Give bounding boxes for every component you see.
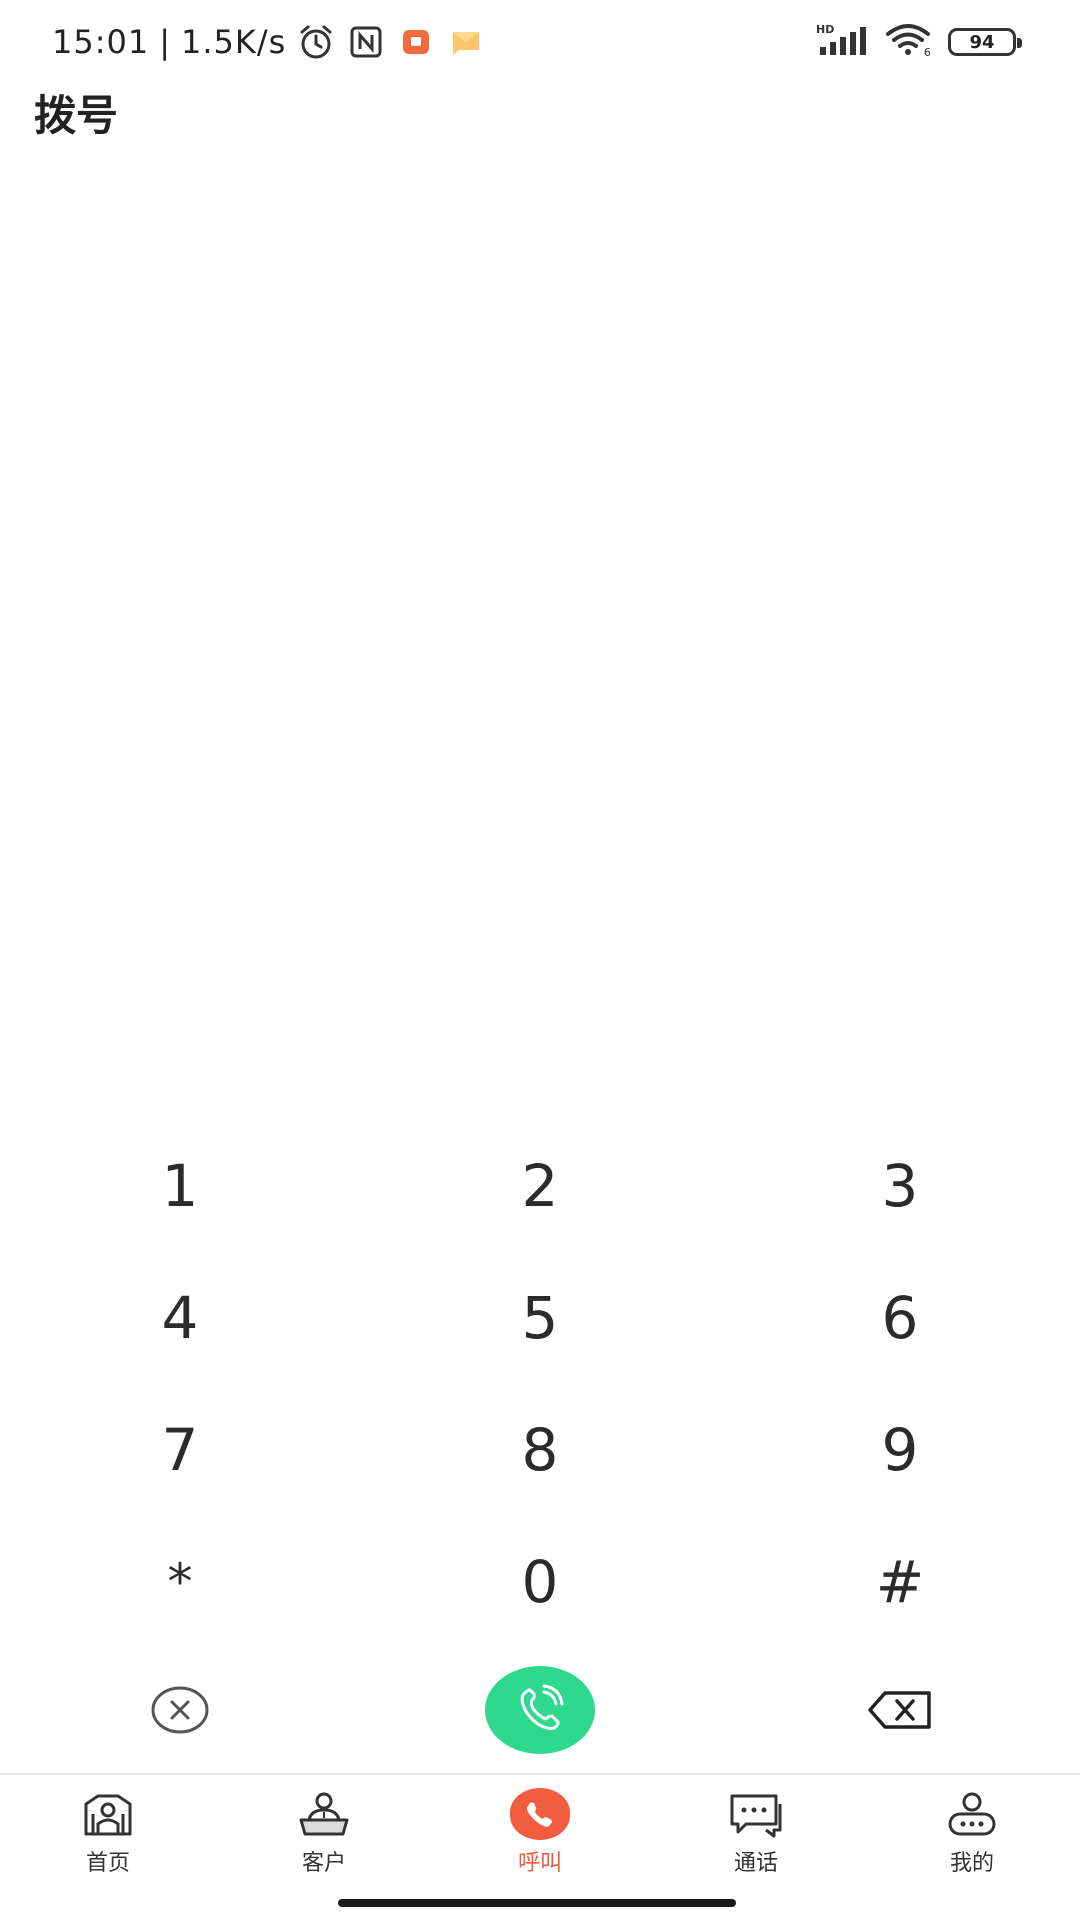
key-9[interactable]: 9	[720, 1384, 1080, 1516]
nav-label: 我的	[949, 1851, 994, 1876]
dial-number-display	[0, 150, 1080, 1110]
battery-icon: 94	[948, 28, 1022, 56]
keypad-row: 4 5 6	[0, 1252, 1080, 1384]
svg-text:HD: HD	[816, 23, 834, 36]
bottom-navigation: 首页 客户 呼叫 通话 我的	[0, 1773, 1080, 1883]
message-notification-icon	[446, 22, 486, 62]
key-1[interactable]: 1	[0, 1120, 360, 1252]
nav-item-customer[interactable]: 客户	[216, 1775, 432, 1885]
nav-item-home[interactable]: 首页	[0, 1775, 216, 1885]
dial-action-row	[0, 1660, 1080, 1760]
status-bar: 15:01 | 1.5K/s HD 6 94	[0, 0, 1080, 84]
keypad-row: 1 2 3	[0, 1120, 1080, 1252]
profile-icon	[942, 1789, 1002, 1839]
svg-text:6: 6	[924, 46, 931, 58]
backspace-icon	[868, 1691, 931, 1729]
nav-item-profile[interactable]: 我的	[864, 1775, 1080, 1885]
dial-keypad: 1 2 3 4 5 6 7 8 9 * 0 #	[0, 1120, 1080, 1648]
status-net-speed: 1.5K/s	[181, 23, 287, 61]
clear-circle-icon	[151, 1686, 209, 1734]
key-5[interactable]: 5	[360, 1252, 720, 1384]
key-8[interactable]: 8	[360, 1384, 720, 1516]
nav-label: 客户	[301, 1851, 346, 1876]
key-4[interactable]: 4	[0, 1252, 360, 1384]
phone-icon	[510, 1788, 570, 1840]
status-left: 15:01 | 1.5K/s	[52, 20, 486, 64]
call-button[interactable]	[485, 1666, 595, 1754]
key-hash[interactable]: #	[720, 1516, 1080, 1648]
chat-icon	[726, 1789, 786, 1839]
key-0[interactable]: 0	[360, 1516, 720, 1648]
app-notification-icon	[396, 22, 436, 62]
nav-item-call[interactable]: 呼叫	[432, 1775, 648, 1885]
action-cell	[720, 1660, 1080, 1760]
key-star[interactable]: *	[0, 1516, 360, 1648]
nav-label: 呼叫	[517, 1851, 562, 1876]
keypad-row: * 0 #	[0, 1516, 1080, 1648]
action-cell	[0, 1660, 360, 1760]
status-right: HD 6 94	[816, 20, 1022, 64]
nav-label: 通话	[733, 1851, 778, 1876]
keypad-row: 7 8 9	[0, 1384, 1080, 1516]
signal-icon: HD	[816, 23, 870, 61]
alarm-icon	[296, 22, 336, 62]
backspace-button[interactable]	[865, 1685, 935, 1735]
action-cell	[360, 1660, 720, 1760]
key-2[interactable]: 2	[360, 1120, 720, 1252]
nfc-icon	[346, 22, 386, 62]
key-7[interactable]: 7	[0, 1384, 360, 1516]
status-divider: |	[159, 23, 171, 61]
status-time: 15:01	[52, 23, 150, 61]
key-3[interactable]: 3	[720, 1120, 1080, 1252]
phone-call-icon	[520, 1684, 564, 1730]
nav-item-calls[interactable]: 通话	[648, 1775, 864, 1885]
nav-label: 首页	[85, 1851, 130, 1876]
wifi-icon: 6	[884, 22, 934, 62]
active-indicator	[510, 1788, 570, 1840]
page-title: 拨号	[34, 91, 119, 140]
home-indicator[interactable]	[338, 1899, 736, 1907]
customer-icon	[294, 1789, 354, 1839]
key-6[interactable]: 6	[720, 1252, 1080, 1384]
clear-button[interactable]	[150, 1685, 210, 1735]
battery-level: 94	[969, 31, 995, 53]
home-icon	[78, 1789, 138, 1839]
